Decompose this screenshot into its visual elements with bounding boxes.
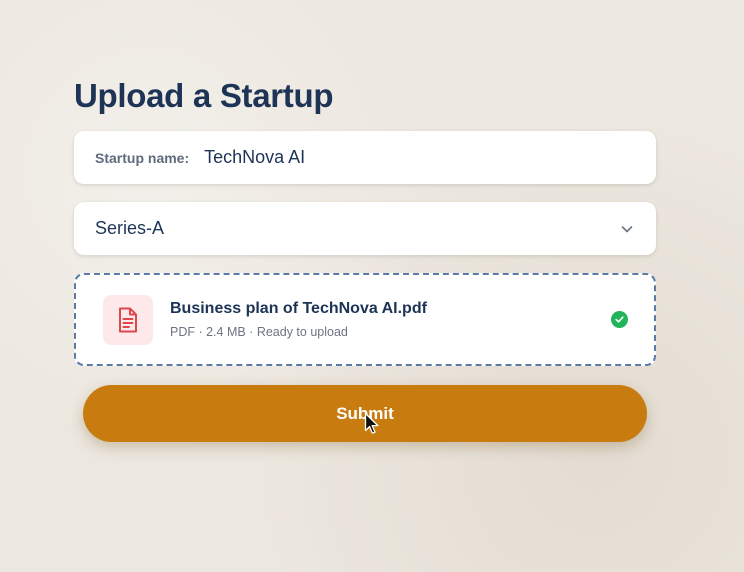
chevron-down-icon[interactable] (620, 222, 634, 236)
submit-button[interactable]: Submit (83, 385, 647, 442)
pdf-file-icon (103, 294, 153, 345)
startup-name-label: Startup name: (95, 149, 190, 166)
check-circle-icon (611, 311, 628, 328)
file-info: Business plan of TechNova AI.pdf PDF · 2… (170, 299, 611, 340)
startup-name-input[interactable]: TechNova AI (204, 147, 305, 168)
startup-name-field[interactable]: Startup name: TechNova AI (74, 131, 656, 184)
file-name: Business plan of TechNova AI.pdf (170, 300, 427, 317)
page-title: Upload a Startup (74, 77, 334, 114)
file-dropzone[interactable]: Business plan of TechNova AI.pdf PDF · 2… (74, 273, 656, 366)
funding-stage-select[interactable]: Series-A (74, 202, 656, 255)
funding-stage-value: Series-A (95, 218, 165, 238)
file-meta: PDF · 2.4 MB · Ready to upload (170, 325, 348, 339)
